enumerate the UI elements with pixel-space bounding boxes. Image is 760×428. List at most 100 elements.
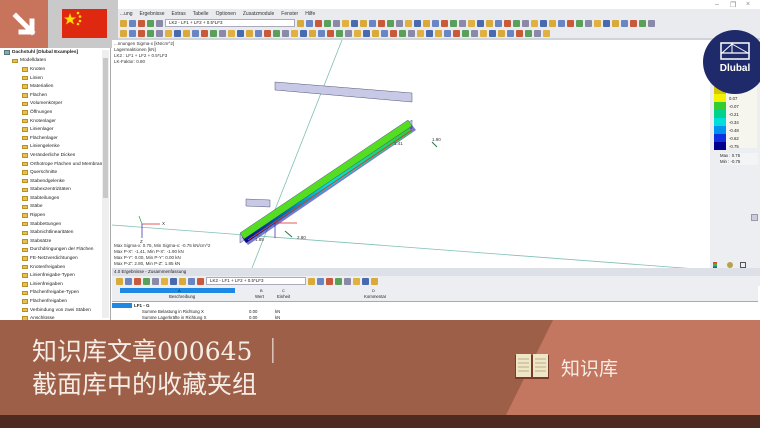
tree-item[interactable]: Knoten <box>0 65 110 74</box>
toolbar-button[interactable] <box>381 29 388 37</box>
toolbar-button[interactable] <box>585 19 592 27</box>
toolbar-button[interactable] <box>435 29 442 37</box>
toolbar-button[interactable] <box>612 19 619 27</box>
toolbar-button[interactable] <box>183 29 190 37</box>
tree-item[interactable]: Stabendgelenke <box>0 177 110 186</box>
tree-item[interactable]: Veränderliche Dicken <box>0 151 110 160</box>
tree-item[interactable]: Durchdringungen der Flächen <box>0 246 110 255</box>
toolbar-button[interactable] <box>450 19 457 27</box>
toolbar-button[interactable] <box>129 29 136 37</box>
group-row[interactable]: LF1 - G <box>134 303 150 308</box>
toolbar-button[interactable] <box>390 29 397 37</box>
minimize-button[interactable]: – <box>715 1 719 8</box>
toolbar-button[interactable] <box>138 29 145 37</box>
toolbar-button[interactable] <box>522 19 529 27</box>
column-header[interactable]: Wert <box>255 294 264 299</box>
toolbar-button[interactable] <box>315 19 322 27</box>
tree-item[interactable]: Knotenfreigaben <box>0 263 110 272</box>
toolbar-button[interactable] <box>170 277 177 285</box>
toolbar-button[interactable] <box>255 29 262 37</box>
menu-item[interactable]: Ergebnisse <box>140 11 165 17</box>
results-loadcase-combo[interactable]: LK2 - LF1 + LF2 + 0.5*LF3 <box>206 277 306 285</box>
toolbar-button[interactable] <box>489 29 496 37</box>
toolbar-button[interactable] <box>300 29 307 37</box>
toolbar-button[interactable] <box>165 29 172 37</box>
toolbar-button[interactable] <box>344 277 351 285</box>
tree-item[interactable]: Linienfreigaben <box>0 280 110 289</box>
toolbar-button[interactable] <box>459 19 466 27</box>
menu-item[interactable]: Zusatzmodule <box>243 11 274 17</box>
tree-item[interactable]: Stabbettungen <box>0 220 110 229</box>
tree-item[interactable]: Stäbe <box>0 203 110 212</box>
toolbar-button[interactable] <box>336 29 343 37</box>
toolbar-button[interactable] <box>228 29 235 37</box>
toolbar-button[interactable] <box>125 277 132 285</box>
tree-item[interactable]: Querschnitte <box>0 168 110 177</box>
toolbar-button[interactable] <box>408 29 415 37</box>
toolbar-button[interactable] <box>603 19 610 27</box>
tree-item[interactable]: Linien <box>0 74 110 83</box>
column-header[interactable]: Kommentar <box>364 294 386 299</box>
toolbar-button[interactable] <box>362 277 369 285</box>
tree-item[interactable]: FE-Netzverdichtungen <box>0 254 110 263</box>
toolbar-button[interactable] <box>471 29 478 37</box>
close-button[interactable]: × <box>746 1 750 8</box>
menu-item[interactable]: Fenster <box>281 11 298 17</box>
toolbar-button[interactable] <box>219 29 226 37</box>
toolbar-button[interactable] <box>291 29 298 37</box>
toolbar-button[interactable] <box>378 19 385 27</box>
tree-item[interactable]: Linienfreigabe-Typen <box>0 271 110 280</box>
tree-item[interactable]: Flächenlager <box>0 134 110 143</box>
toolbar-button[interactable] <box>116 277 123 285</box>
toolbar-button[interactable] <box>143 277 150 285</box>
toolbar-button[interactable] <box>639 19 646 27</box>
toolbar-button[interactable] <box>417 29 424 37</box>
toolbar-button[interactable] <box>498 29 505 37</box>
tree-item[interactable]: Stabsätze <box>0 237 110 246</box>
toolbar-button[interactable] <box>543 29 550 37</box>
toolbar-button[interactable] <box>549 19 556 27</box>
toolbar-button[interactable] <box>201 29 208 37</box>
toolbar-button[interactable] <box>309 29 316 37</box>
tree-item[interactable]: Verbindung von zwei Stäben <box>0 306 110 315</box>
toolbar-button[interactable] <box>462 29 469 37</box>
tree-item[interactable]: Flächenfreigabe-Typen <box>0 289 110 298</box>
3d-viewport[interactable]: ...nnungen Sigma-x [kN/cm^2] Lagerreakti… <box>112 40 710 268</box>
menu-item[interactable]: Extras <box>172 11 186 17</box>
toolbar-button[interactable] <box>264 29 271 37</box>
toolbar-button[interactable] <box>630 19 637 27</box>
toolbar-button[interactable] <box>179 277 186 285</box>
toolbar-button[interactable] <box>507 29 514 37</box>
toolbar-button[interactable] <box>156 19 163 27</box>
toolbar-button[interactable] <box>308 277 315 285</box>
loadcase-combo[interactable]: LK2 - LF1 + LF2 + 0.5*LF3 <box>165 19 295 27</box>
toolbar-button[interactable] <box>558 19 565 27</box>
toolbar-button[interactable] <box>174 29 181 37</box>
toolbar-button[interactable] <box>306 19 313 27</box>
tree-item[interactable]: Liniengelenke <box>0 143 110 152</box>
tree-item[interactable]: Stabnichtlinearitäten <box>0 228 110 237</box>
toolbar-button[interactable] <box>468 19 475 27</box>
toolbar-button[interactable] <box>540 19 547 27</box>
menu-item[interactable]: Hilfe <box>305 11 315 17</box>
toolbar-button[interactable] <box>423 19 430 27</box>
toolbar-button[interactable] <box>405 19 412 27</box>
toolbar-button[interactable] <box>156 29 163 37</box>
toolbar-button[interactable] <box>453 29 460 37</box>
toolbar-button[interactable] <box>188 277 195 285</box>
toolbar-button[interactable] <box>567 19 574 27</box>
toolbar-button[interactable] <box>387 19 394 27</box>
toolbar-button[interactable] <box>326 277 333 285</box>
toolbar-button[interactable] <box>120 19 127 27</box>
toolbar-button[interactable] <box>351 19 358 27</box>
tree-root[interactable]: Dachstuhl [Dlubal Examples] <box>0 48 110 57</box>
restore-button[interactable]: ❐ <box>730 1 736 9</box>
toolbar-button[interactable] <box>372 29 379 37</box>
toolbar-button[interactable] <box>441 19 448 27</box>
toolbar-button[interactable] <box>237 29 244 37</box>
toolbar-button[interactable] <box>324 19 331 27</box>
toolbar-button[interactable] <box>342 19 349 27</box>
toolbar-button[interactable] <box>147 19 154 27</box>
tree-item[interactable]: Modelldaten <box>0 57 110 66</box>
toolbar-button[interactable] <box>495 19 502 27</box>
